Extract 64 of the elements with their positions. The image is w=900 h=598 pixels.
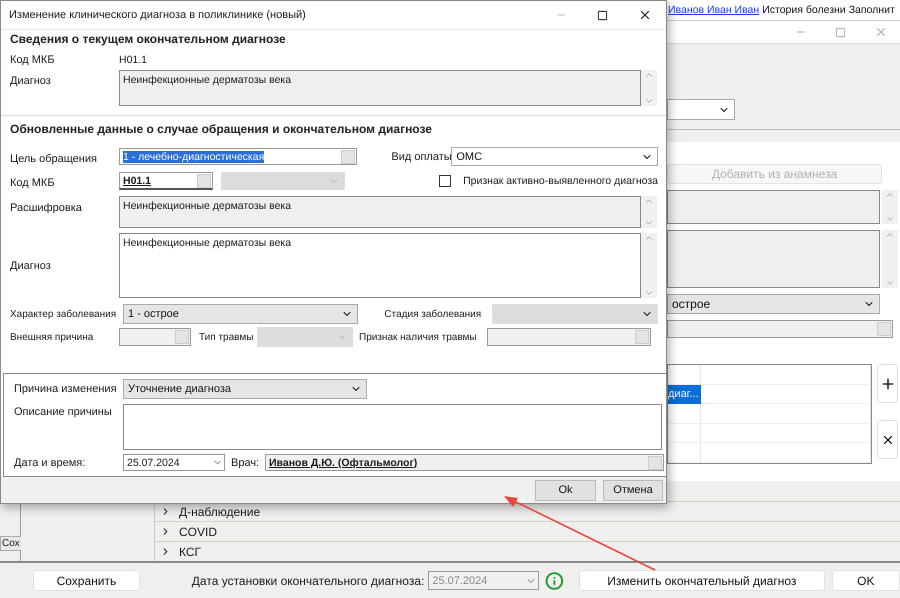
ok-button[interactable]: OK [832,570,900,591]
section-title: Д-наблюдение [179,504,260,518]
field-label: Тип травмы [199,332,254,342]
diagnosis-text-area: Неинфекционные дерматозы века [119,70,641,106]
save-button[interactable]: Сохранить [33,570,140,591]
checkbox-label: Признак активно-выявленного диагноза [463,175,658,187]
maximize-icon[interactable] [597,10,608,20]
field-label: Стадия заболевания [384,308,482,320]
dropdown[interactable] [667,99,735,120]
info-icon[interactable] [545,570,564,590]
date-label: Дата установки окончательного диагноза: [192,574,424,588]
section-heading: Обновленные данные о случае обращения и окончательном диагнозе [10,122,433,138]
field-label: Расшифровка [10,201,83,214]
payment-dropdown[interactable]: ОМС [451,147,658,166]
field-label: Описание причины [14,405,113,418]
field-label: Причина изменения [14,383,118,395]
table-cell [668,443,701,463]
field-label: Дата и время: [14,456,86,468]
diagnosis-text-area[interactable]: Неинфекционные дерматозы века [119,233,641,298]
ellipsis-button[interactable] [877,322,891,336]
field-label: Признак наличия травмы [359,332,478,342]
close-icon[interactable] [638,8,652,22]
change-reason-dropdown[interactable]: Уточнение диагноза [123,379,367,399]
field-label: Характер заболевания [10,308,118,320]
field-label: Диагноз [10,260,52,272]
tab[interactable]: Сох [0,536,22,551]
date-field[interactable]: 25.07.2024 [123,454,225,471]
cancel-button[interactable]: Отмена [603,480,663,500]
doctor-field[interactable]: Иванов Д.Ю. (Офтальмолог) [265,454,664,471]
delete-button[interactable] [877,420,898,459]
menu-tab[interactable]: История болезни [762,4,846,16]
ellipsis-button[interactable] [341,150,356,164]
field-label: Код МКБ [10,176,56,188]
plus-icon [880,376,896,392]
window-title: Изменение клинического диагноза в поликлинике (новый) [9,9,306,21]
field-label: Диагноз [10,74,52,87]
ok-button[interactable]: Ok [535,480,596,500]
ellipsis-button[interactable] [648,456,662,470]
accordion-section[interactable]: COVID [155,521,900,541]
field-label: Внешняя причина [10,332,94,342]
disease-character-dropdown[interactable]: 1 - острое [123,304,358,324]
checkbox[interactable] [439,175,452,187]
disease-character-dropdown[interactable]: острое [667,294,880,314]
field-label: Код МКБ [10,54,56,66]
field-label: Врач: [231,456,260,468]
section-heading: Сведения о текущем окончательном диагнозе [10,32,287,48]
decoding-text-area: Неинфекционные дерматозы века [119,196,641,228]
section-title: КСГ [179,544,202,558]
description-text-area[interactable] [123,404,662,450]
icd-code: H01.1 [119,54,148,66]
field-label: Вид оплаты [391,150,452,162]
field-label: Цель обращения [10,152,98,164]
table-cell[interactable]: диаг... [668,384,701,404]
table-cell [668,424,701,444]
patient-link[interactable]: Иванов Иван Иван [668,4,760,16]
menu-tab[interactable]: Заполнит [848,4,895,16]
input-field[interactable] [667,320,893,338]
icd-field[interactable]: H01.1 [119,172,213,190]
section-title: COVID [179,524,218,538]
table-cell [668,404,701,424]
change-diagnosis-button[interactable]: Изменить окончательный диагноз [579,570,825,591]
purpose-field[interactable]: 1 - лечебно-диагностическая [119,148,358,165]
ellipsis-button[interactable] [196,174,211,188]
add-button[interactable] [877,364,898,403]
